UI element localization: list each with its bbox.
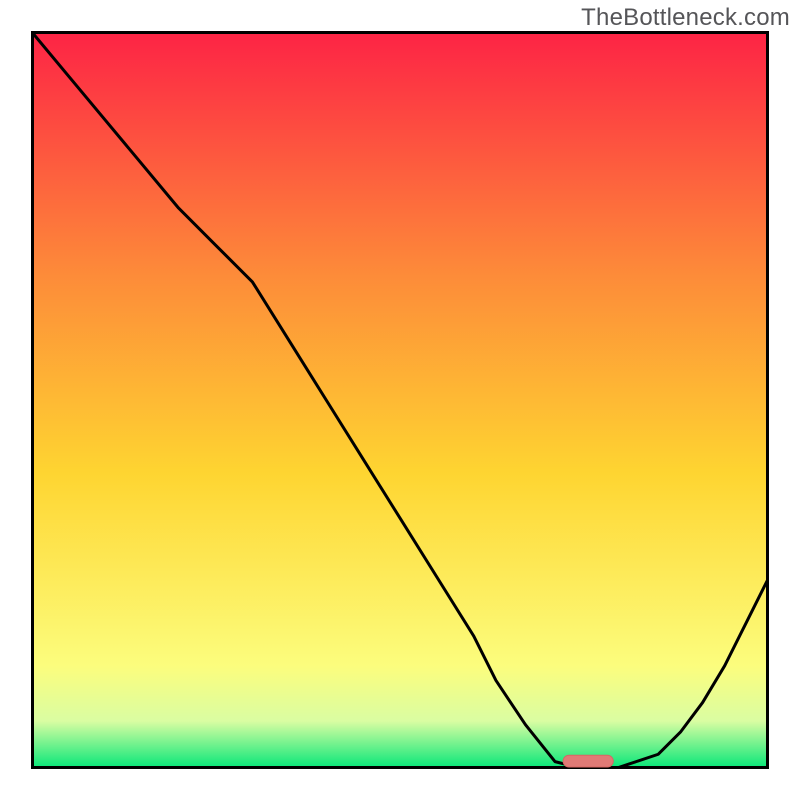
chart-svg <box>31 31 769 769</box>
chart-background <box>31 31 769 769</box>
bottleneck-chart <box>31 31 769 769</box>
optimal-marker <box>563 755 613 767</box>
chart-frame: TheBottleneck.com <box>0 0 800 800</box>
watermark-text: TheBottleneck.com <box>581 4 790 32</box>
